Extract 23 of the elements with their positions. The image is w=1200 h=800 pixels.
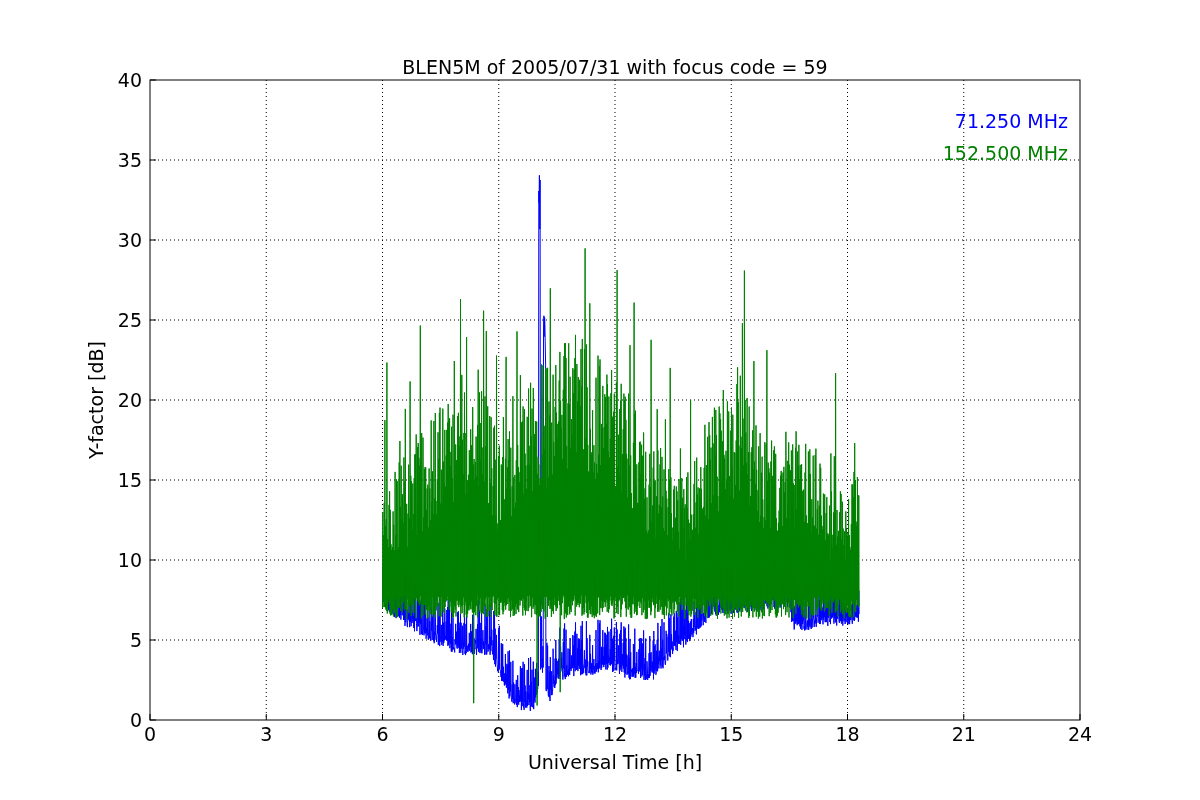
- x-tick-label: 0: [143, 723, 157, 745]
- x-tick-label: 24: [1067, 723, 1093, 745]
- x-tick-label: 21: [951, 723, 976, 745]
- y-tick-label: 10: [117, 549, 142, 571]
- x-axis-label: Universal Time [h]: [527, 751, 703, 773]
- y-tick-label: 5: [129, 629, 142, 651]
- y-tick-label: 40: [117, 69, 142, 91]
- y-tick-label: 25: [117, 309, 142, 331]
- y-tick-label: 30: [117, 229, 142, 251]
- chart-title: BLEN5M of 2005/07/31 with focus code = 59: [402, 56, 828, 78]
- y-axis-label: Y-factor [dB]: [85, 341, 107, 459]
- y-tick-label: 0: [129, 709, 142, 731]
- x-tick-label: 12: [602, 723, 628, 745]
- y-tick-label: 35: [117, 149, 142, 171]
- legend-label: 152.500 MHz: [942, 142, 1068, 164]
- x-tick-label: 3: [260, 723, 273, 745]
- x-tick-label: 9: [492, 723, 505, 745]
- y-tick-label: 20: [117, 389, 142, 411]
- legend-label: 71.250 MHz: [954, 110, 1068, 132]
- x-tick-label: 18: [835, 723, 860, 745]
- x-tick-label: 15: [719, 723, 744, 745]
- y-tick-label: 15: [117, 469, 142, 491]
- x-tick-label: 6: [376, 723, 389, 745]
